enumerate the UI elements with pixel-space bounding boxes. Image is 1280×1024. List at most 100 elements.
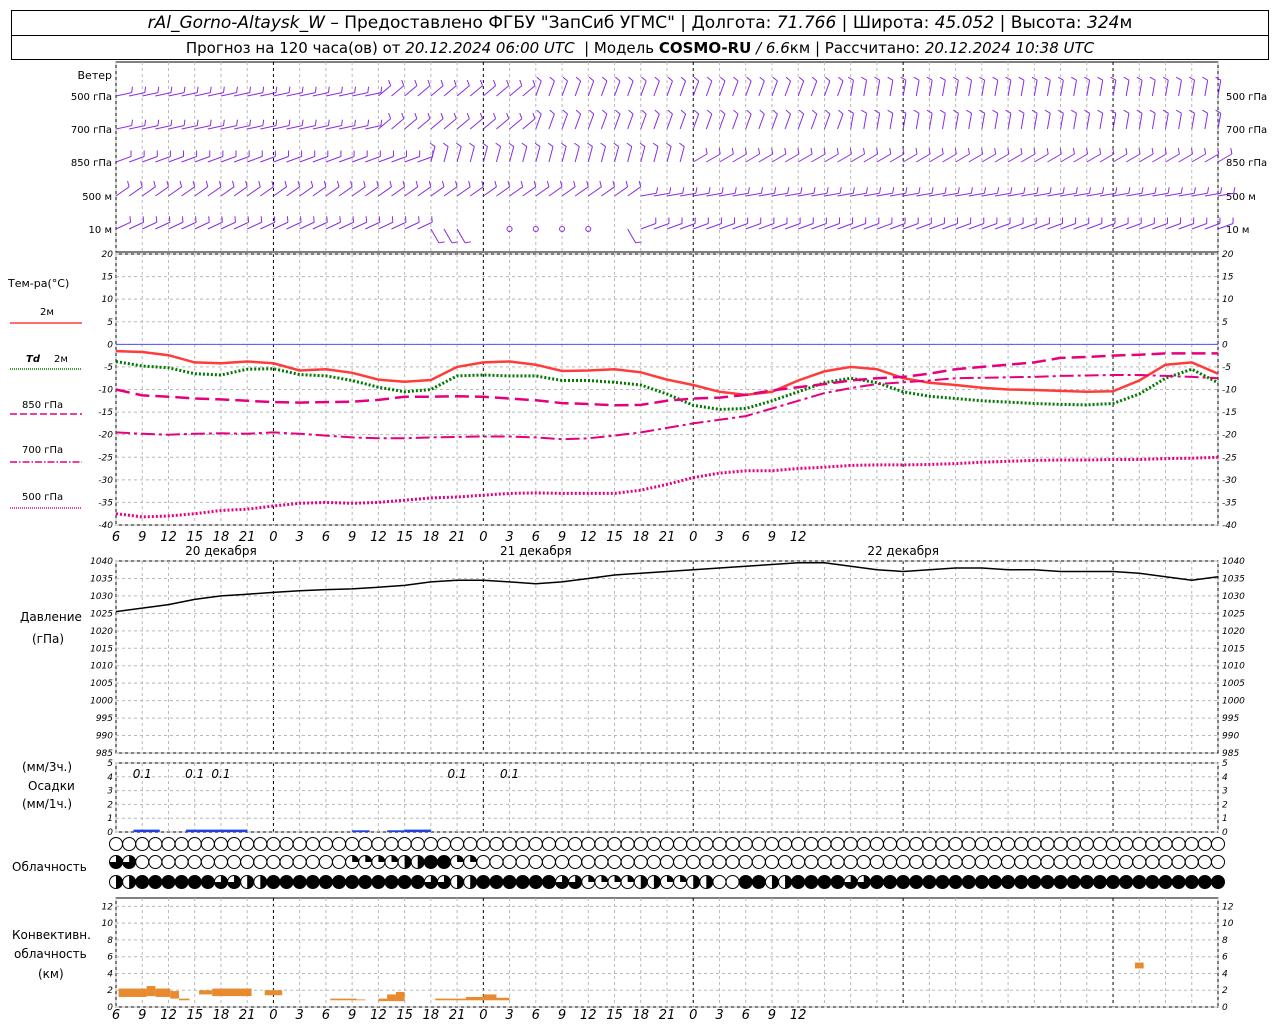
- wind-barb: [837, 153, 852, 163]
- cloud-circle: [227, 837, 242, 851]
- wind-barb: [798, 223, 814, 230]
- cloud-circle: [738, 837, 753, 851]
- wind-barb: [601, 186, 615, 197]
- wind-barb: [693, 223, 709, 230]
- cloud-circle: [240, 837, 255, 851]
- wind-barb: [351, 186, 366, 197]
- wind-barb-flag: [979, 76, 985, 81]
- cloud-fill: [936, 875, 949, 889]
- wind-barb: [247, 156, 263, 163]
- precip-3h-label: 0.1: [448, 767, 467, 781]
- temp-tick-left: 0: [107, 340, 113, 350]
- hour-tick-label-bottom: 18: [213, 1008, 230, 1023]
- cloud-circle: [541, 855, 556, 869]
- cloud-fill: [706, 875, 713, 889]
- wind-barb: [1191, 223, 1207, 230]
- wind-barb-flag: [1230, 148, 1233, 155]
- wind-barb: [168, 156, 184, 163]
- cloud-circle: [686, 855, 701, 869]
- hour-tick-label-bottom: 9: [138, 1008, 146, 1023]
- wind-barb-flag: [601, 76, 608, 82]
- cloud-circle: [1132, 837, 1147, 851]
- wind-barb: [587, 80, 595, 97]
- cloud-circle: [699, 855, 714, 869]
- wind-barb: [155, 186, 169, 197]
- wind-barb-flag: [733, 76, 739, 82]
- hour-tick-label-bottom: 15: [186, 1008, 203, 1023]
- cloud-circle: [305, 837, 320, 851]
- wind-barb-flag: [931, 187, 934, 194]
- cloud-fill: [588, 875, 595, 882]
- wind-barb: [653, 113, 660, 130]
- wind-barb: [719, 153, 734, 163]
- cloud-fill: [503, 875, 517, 889]
- wind-barb-flag: [952, 76, 959, 81]
- conv-tick-right: 6: [1222, 953, 1228, 963]
- temp-tick-left: -30: [98, 476, 113, 486]
- wind-barb: [1060, 223, 1076, 230]
- wind-barb-flag: [401, 112, 405, 119]
- wind-barb-flag: [236, 119, 238, 126]
- cloud-circle: [607, 855, 622, 869]
- cloud-circle: [135, 837, 150, 851]
- cloud-fill: [1132, 875, 1146, 889]
- wind-barb: [666, 146, 672, 163]
- wind-barb-flag: [300, 216, 302, 223]
- wind-barb: [705, 80, 713, 97]
- wind-barb: [443, 228, 453, 244]
- pressure-tick-right: 1020: [1222, 627, 1245, 637]
- wind-barb: [810, 80, 818, 97]
- hour-tick-label-top: 15: [186, 530, 203, 545]
- wind-barb: [142, 156, 158, 163]
- wind-barb: [1060, 113, 1064, 130]
- wind-barb-flag: [772, 109, 778, 115]
- wind-barb: [535, 113, 542, 130]
- cloud-circle: [673, 855, 688, 869]
- wind-barb-flag: [536, 76, 542, 82]
- wind-barb-flag: [970, 187, 973, 194]
- wind-barb-flag: [1072, 148, 1075, 155]
- wind-barb-flag: [826, 187, 829, 194]
- hour-tick-label-top: 6: [112, 530, 120, 545]
- cloud-fill: [201, 875, 215, 889]
- wind-barb-flag: [380, 86, 383, 93]
- cloud-circle: [423, 837, 438, 851]
- wind-barb: [1073, 153, 1088, 163]
- wind-barb-flag: [414, 112, 418, 119]
- hour-tick-label-bottom: 15: [606, 1008, 623, 1023]
- cloud-fill: [771, 875, 779, 889]
- wind-barb: [1178, 80, 1182, 97]
- wind-barb: [627, 228, 637, 244]
- wind-barb-flag: [1102, 187, 1105, 194]
- wind-barb-flag: [813, 187, 816, 194]
- wind-barb: [561, 80, 568, 97]
- cloud-circle: [843, 837, 858, 851]
- cloud-circle: [555, 837, 570, 851]
- td-legend-sym: Td: [26, 354, 41, 365]
- temp-tick-right: -5: [1222, 363, 1231, 373]
- cloud-circle: [646, 855, 661, 869]
- precip-tick-left: 5: [107, 759, 113, 769]
- wind-barb-flag: [314, 119, 317, 126]
- wind-barb: [417, 85, 431, 97]
- cloud-fill: [1027, 875, 1041, 889]
- wind-barb-flag: [1097, 109, 1103, 114]
- wind-barb-flag: [521, 142, 528, 147]
- wind-barb-flag: [862, 148, 866, 155]
- wind-barb-flag: [575, 109, 581, 115]
- wind-barb-flag: [1097, 76, 1103, 81]
- wind-barb-flag: [1123, 76, 1130, 81]
- wind-barb: [351, 221, 367, 230]
- cloud-circle: [909, 855, 924, 869]
- wind-barb-flag: [847, 76, 854, 81]
- cloud-fill: [791, 875, 805, 889]
- cloud-circle: [279, 855, 294, 869]
- cloud-circle: [1171, 837, 1186, 851]
- cloud-circle: [463, 837, 478, 851]
- wind-barb-flag: [427, 79, 431, 86]
- wind-barb: [666, 80, 673, 97]
- cloud-circle: [174, 837, 189, 851]
- wind-barb: [1099, 113, 1104, 130]
- wind-barb: [1151, 80, 1156, 97]
- wind-barb-flag: [153, 180, 156, 187]
